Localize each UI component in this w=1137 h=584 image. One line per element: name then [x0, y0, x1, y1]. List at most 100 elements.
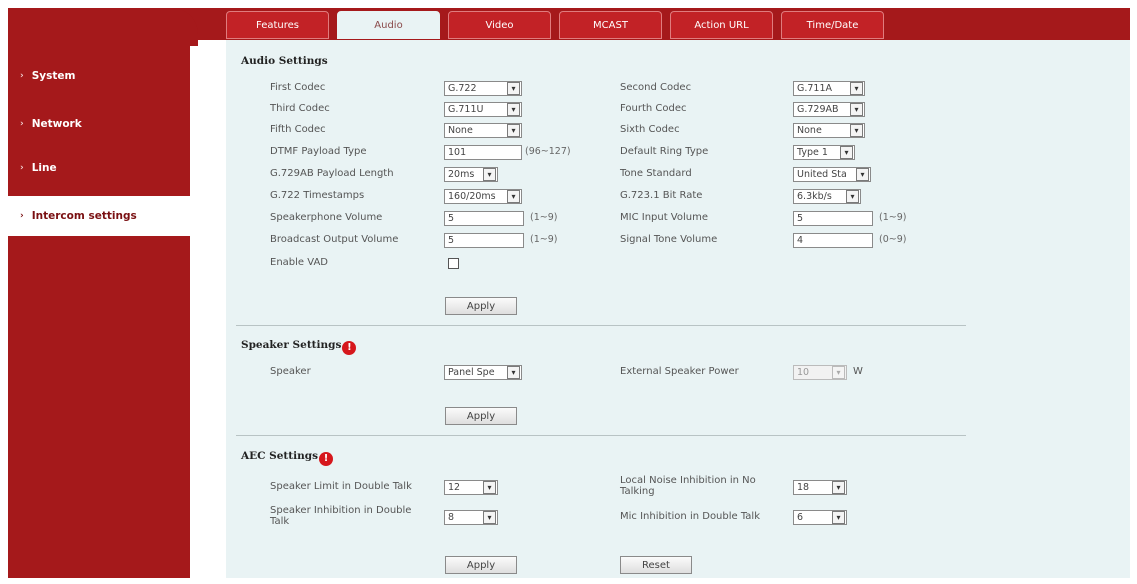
audio-settings-title: Audio Settings: [241, 55, 328, 67]
tone-standard-select[interactable]: United Sta ▾: [793, 167, 871, 182]
speaker-inhibition-select[interactable]: 8 ▾: [444, 510, 498, 525]
local-noise-label: Local Noise Inhibition in No Talking: [620, 475, 756, 497]
g722-timestamps-label: G.722 Timestamps: [270, 190, 365, 201]
aec-settings-title: AEC Settings!: [241, 450, 334, 466]
chevron-right-icon: ›: [20, 119, 24, 129]
dtmf-payload-hint: (96~127): [525, 146, 571, 157]
mic-inhibition-select[interactable]: 6 ▾: [793, 510, 847, 525]
mic-input-volume-input[interactable]: 5: [793, 211, 873, 226]
sidebar-item-label: Network: [31, 118, 82, 130]
speaker-select[interactable]: Panel Spe ▾: [444, 365, 522, 380]
chevron-down-icon: ▾: [856, 168, 869, 181]
mic-input-volume-hint: (1~9): [879, 212, 907, 223]
tab-time-date[interactable]: Time/Date: [781, 11, 884, 39]
tab-video[interactable]: Video: [448, 11, 551, 39]
chevron-down-icon: ▾: [832, 511, 845, 524]
section-divider: [236, 325, 966, 326]
sidebar-item-intercom-settings[interactable]: › Intercom settings: [8, 196, 190, 236]
dtmf-payload-input[interactable]: 101: [444, 145, 522, 160]
signal-tone-volume-label: Signal Tone Volume: [620, 234, 718, 245]
ext-speaker-power-label: External Speaker Power: [620, 366, 739, 377]
first-codec-select[interactable]: G.722 ▾: [444, 81, 522, 96]
sidebar: › System › Network › Line › Intercom set…: [8, 32, 190, 578]
chevron-down-icon: ▾: [507, 124, 520, 137]
chevron-right-icon: ›: [20, 211, 24, 221]
g729-length-value: 20ms: [448, 169, 475, 180]
second-codec-select[interactable]: G.711A ▾: [793, 81, 865, 96]
g722-timestamps-value: 160/20ms: [448, 191, 496, 202]
speaker-settings-title: Speaker Settings!: [241, 339, 357, 355]
first-codec-label: First Codec: [270, 82, 326, 93]
aec-apply-button[interactable]: Apply: [445, 556, 517, 574]
tab-bar: Features Audio Video MCAST Action URL Ti…: [226, 11, 892, 39]
tab-mcast[interactable]: MCAST: [559, 11, 662, 39]
sidebar-item-network[interactable]: › Network: [8, 104, 190, 144]
broadcast-volume-hint: (1~9): [530, 234, 558, 245]
fifth-codec-label: Fifth Codec: [270, 124, 326, 135]
speaker-label: Speaker: [270, 366, 311, 377]
tab-action-url[interactable]: Action URL: [670, 11, 773, 39]
speaker-limit-label: Speaker Limit in Double Talk: [270, 481, 412, 492]
g7231-bitrate-label: G.723.1 Bit Rate: [620, 190, 703, 201]
broadcast-volume-input[interactable]: 5: [444, 233, 524, 248]
third-codec-value: G.711U: [448, 104, 484, 115]
tab-audio[interactable]: Audio: [337, 11, 440, 39]
audio-apply-button[interactable]: Apply: [445, 297, 517, 315]
mic-input-volume-label: MIC Input Volume: [620, 212, 709, 223]
g729-length-label: G.729AB Payload Length: [270, 168, 394, 179]
speaker-limit-select[interactable]: 12 ▾: [444, 480, 498, 495]
speaker-inhibition-label: Speaker Inhibition in Double Talk: [270, 505, 411, 527]
default-ring-select[interactable]: Type 1 ▾: [793, 145, 855, 160]
local-noise-select[interactable]: 18 ▾: [793, 480, 847, 495]
local-noise-value: 18: [797, 482, 810, 493]
sidebar-item-line[interactable]: › Line: [8, 148, 190, 188]
fourth-codec-select[interactable]: G.729AB ▾: [793, 102, 865, 117]
sidebar-item-label: Intercom settings: [31, 210, 137, 222]
broadcast-volume-label: Broadcast Output Volume: [270, 234, 399, 245]
aec-reset-button[interactable]: Reset: [620, 556, 692, 574]
speakerphone-volume-input[interactable]: 5: [444, 211, 524, 226]
speaker-inhibition-label-line2: Talk: [270, 516, 290, 527]
default-ring-label: Default Ring Type: [620, 146, 709, 157]
g7231-bitrate-select[interactable]: 6.3kb/s ▾: [793, 189, 861, 204]
sixth-codec-value: None: [797, 125, 822, 136]
local-noise-label-line2: Talking: [620, 486, 655, 497]
signal-tone-volume-input[interactable]: 4: [793, 233, 873, 248]
tone-standard-value: United Sta: [797, 169, 847, 180]
chevron-down-icon: ▾: [483, 511, 496, 524]
chevron-down-icon: ▾: [832, 366, 845, 379]
enable-vad-label: Enable VAD: [270, 257, 328, 268]
second-codec-value: G.711A: [797, 83, 833, 94]
chevron-down-icon: ▾: [483, 481, 496, 494]
info-icon[interactable]: !: [342, 341, 357, 355]
speakerphone-volume-label: Speakerphone Volume: [270, 212, 383, 223]
tab-features[interactable]: Features: [226, 11, 329, 39]
tone-standard-label: Tone Standard: [620, 168, 692, 179]
fifth-codec-select[interactable]: None ▾: [444, 123, 522, 138]
sidebar-item-label: Line: [31, 162, 57, 174]
fourth-codec-value: G.729AB: [797, 104, 839, 115]
aec-settings-title-text: AEC Settings: [241, 450, 319, 462]
g729-length-select[interactable]: 20ms ▾: [444, 167, 498, 182]
mic-inhibition-value: 6: [797, 512, 804, 523]
speaker-value: Panel Spe: [448, 367, 495, 378]
chevron-right-icon: ›: [20, 71, 24, 81]
chevron-down-icon: ▾: [483, 168, 496, 181]
sixth-codec-select[interactable]: None ▾: [793, 123, 865, 138]
ext-speaker-power-select[interactable]: 10 ▾: [793, 365, 847, 380]
ext-speaker-power-unit: W: [853, 366, 863, 377]
info-icon[interactable]: !: [319, 452, 334, 466]
second-codec-label: Second Codec: [620, 82, 692, 93]
enable-vad-checkbox[interactable]: [448, 258, 459, 269]
chevron-down-icon: ▾: [832, 481, 845, 494]
g722-timestamps-select[interactable]: 160/20ms ▾: [444, 189, 522, 204]
sidebar-item-system[interactable]: › System: [8, 56, 190, 96]
signal-tone-volume-hint: (0~9): [879, 234, 907, 245]
speaker-inhibition-value: 8: [448, 512, 455, 523]
speaker-inhibition-label-line1: Speaker Inhibition in Double: [270, 505, 412, 516]
sixth-codec-label: Sixth Codec: [620, 124, 680, 135]
chevron-down-icon: ▾: [850, 82, 863, 95]
third-codec-select[interactable]: G.711U ▾: [444, 102, 522, 117]
speaker-apply-button[interactable]: Apply: [445, 407, 517, 425]
chevron-down-icon: ▾: [507, 103, 520, 116]
